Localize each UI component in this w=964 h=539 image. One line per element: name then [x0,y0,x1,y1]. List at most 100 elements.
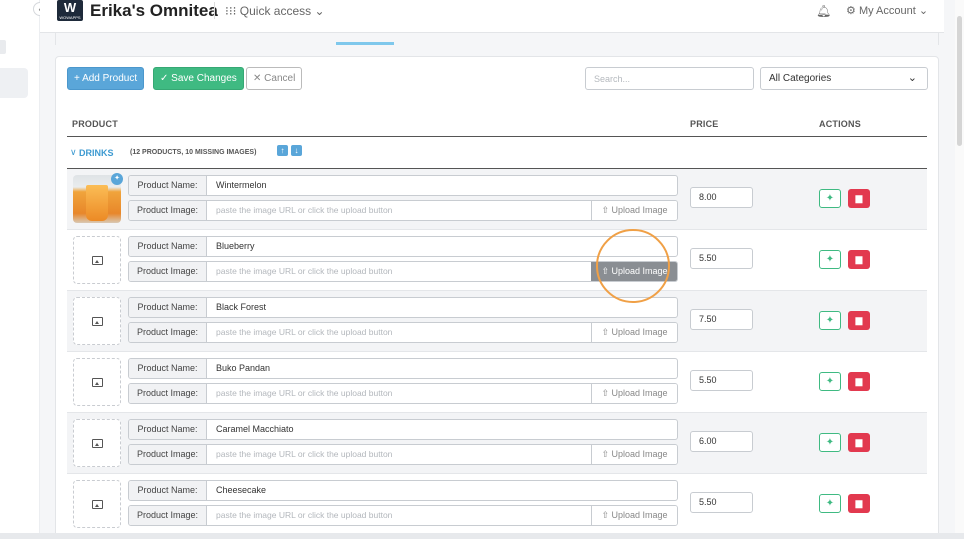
image-url-input[interactable]: paste the image URL or click the upload … [216,445,392,464]
product-name-label: Product Name: [129,481,207,500]
price-input[interactable]: 5.50 [690,248,753,269]
upload-image-button[interactable]: ⇧ Upload Image [591,323,677,342]
brand-logo: W WOWAPPS [57,0,83,21]
sparkle-action-button[interactable]: ✦ [819,433,841,452]
product-image-field[interactable]: Product Image: paste the image URL or cli… [128,444,678,465]
product-name-label: Product Name: [129,420,207,439]
product-name-field[interactable]: Product Name: Wintermelon [128,175,678,196]
sparkle-action-button[interactable]: ✦ [819,250,841,269]
upload-icon: ⇧ [601,327,609,337]
image-placeholder[interactable] [73,419,121,467]
product-image-label: Product Image: [129,262,207,281]
sparkle-icon[interactable]: ✦ [111,173,123,185]
delete-button[interactable]: ▆ [848,433,870,452]
delete-button[interactable]: ▆ [848,250,870,269]
price-input[interactable]: 5.50 [690,370,753,391]
sparkle-action-button[interactable]: ✦ [819,189,841,208]
product-image-field[interactable]: Product Image: paste the image URL or cli… [128,322,678,343]
delete-button[interactable]: ▆ [848,494,870,513]
save-changes-button[interactable]: ✓ Save Changes [153,67,244,90]
image-placeholder[interactable] [73,480,121,528]
table-row: Product Name: Black Forest Product Image: p… [67,291,927,352]
cancel-button[interactable]: ✕ Cancel [246,67,303,90]
bell-icon[interactable]: 🔔︎ [816,4,831,18]
add-product-button[interactable]: + Add Product [67,67,145,90]
product-name-label: Product Name: [129,298,207,317]
active-tab-indicator [336,42,394,45]
bottom-edge [0,533,964,539]
move-down-icon[interactable]: ↓ [291,145,302,156]
product-thumbnail[interactable]: ✦ [73,173,123,223]
left-rail [0,0,40,539]
product-name-field[interactable]: Product Name: Caramel Macchiato [128,419,678,440]
product-image-field[interactable]: Product Image: paste the image URL or cli… [128,383,678,404]
price-input[interactable]: 5.50 [690,492,753,513]
product-image-field[interactable]: Product Image: paste the image URL or cli… [128,200,678,221]
move-up-icon[interactable]: ↑ [277,145,288,156]
grid-icon: ⁝⁝⁝ [225,4,237,18]
scrollbar-thumb[interactable] [957,16,962,146]
product-image-label: Product Image: [129,506,207,525]
category-select[interactable]: All Categories ⌄ [760,67,928,90]
trash-icon: ▆ [855,376,863,386]
image-url-input[interactable]: paste the image URL or click the upload … [216,262,392,281]
product-image-field[interactable]: Product Image: paste the image URL or cli… [128,505,678,526]
upload-icon: ⇧ [601,510,609,520]
upload-icon: ⇧ [601,388,609,398]
image-placeholder[interactable] [73,358,121,406]
trash-icon: ▆ [855,498,863,508]
image-url-input[interactable]: paste the image URL or click the upload … [216,384,392,403]
upload-image-button[interactable]: ⇧ Upload Image [591,445,677,464]
product-image-field[interactable]: Product Image: paste the image URL or cli… [128,261,678,282]
rail-item-active[interactable] [0,68,28,98]
delete-button[interactable]: ▆ [848,311,870,330]
upload-image-button[interactable]: ⇧ Upload Image [591,506,677,525]
chevron-down-icon[interactable]: ∨ [70,147,77,158]
product-name-value[interactable]: Buko Pandan [216,359,270,378]
category-name[interactable]: DRINKS [79,148,114,158]
image-icon [92,500,103,509]
delete-button[interactable]: ▆ [848,372,870,391]
image-url-input[interactable]: paste the image URL or click the upload … [216,323,392,342]
col-actions: ACTIONS [819,119,861,129]
search-input[interactable] [585,67,754,90]
table-row: Product Name: Buko Pandan Product Image: pa… [67,352,927,413]
product-name-field[interactable]: Product Name: Blueberry [128,236,678,257]
product-name-value[interactable]: Cheesecake [216,481,266,500]
rail-item[interactable] [0,40,6,54]
product-name-field[interactable]: Product Name: Buko Pandan [128,358,678,379]
trash-icon: ▆ [855,254,863,264]
product-name-field[interactable]: Product Name: Cheesecake [128,480,678,501]
price-input[interactable]: 8.00 [690,187,753,208]
delete-button[interactable]: ▆ [848,189,870,208]
product-name-value[interactable]: Wintermelon [216,176,267,195]
table-row: Product Name: Caramel Macchiato Product Im… [67,413,927,474]
chevron-down-icon: ⌄ [918,5,929,17]
image-placeholder[interactable] [73,236,121,284]
price-input[interactable]: 7.50 [690,309,753,330]
table-row: Product Name: Cheesecake Product Image: pas… [67,474,927,535]
gear-icon: ⚙ [846,5,856,17]
upload-image-button[interactable]: ⇧ Upload Image [591,384,677,403]
image-placeholder[interactable] [73,297,121,345]
upload-image-button[interactable]: ⇧ Upload Image [591,262,677,281]
price-input[interactable]: 6.00 [690,431,753,452]
product-name-value[interactable]: Caramel Macchiato [216,420,294,439]
product-name-field[interactable]: Product Name: Black Forest [128,297,678,318]
quick-access-menu[interactable]: ⁝⁝⁝ Quick access ⌄ [225,4,325,18]
image-url-input[interactable]: paste the image URL or click the upload … [216,201,392,220]
sparkle-action-button[interactable]: ✦ [819,494,841,513]
image-url-input[interactable]: paste the image URL or click the upload … [216,506,392,525]
account-menu[interactable]: ⚙ My Account ⌄ [846,4,928,17]
sparkle-action-button[interactable]: ✦ [819,372,841,391]
product-name-value[interactable]: Black Forest [216,298,266,317]
drink-photo [86,185,108,221]
app-root: ‹ WWOWAPPS Erika's Omnitea ⁝⁝⁝ Quick acc… [0,0,964,539]
product-name-value[interactable]: Blueberry [216,237,255,256]
upload-image-button[interactable]: ⇧ Upload Image [591,201,677,220]
tabs-strip [55,33,939,45]
scrollbar[interactable] [955,0,964,539]
category-row[interactable]: ∨ DRINKS (12 PRODUCTS, 10 MISSING IMAGES… [67,137,927,169]
category-info: (12 PRODUCTS, 10 MISSING IMAGES) [130,149,257,156]
sparkle-action-button[interactable]: ✦ [819,311,841,330]
